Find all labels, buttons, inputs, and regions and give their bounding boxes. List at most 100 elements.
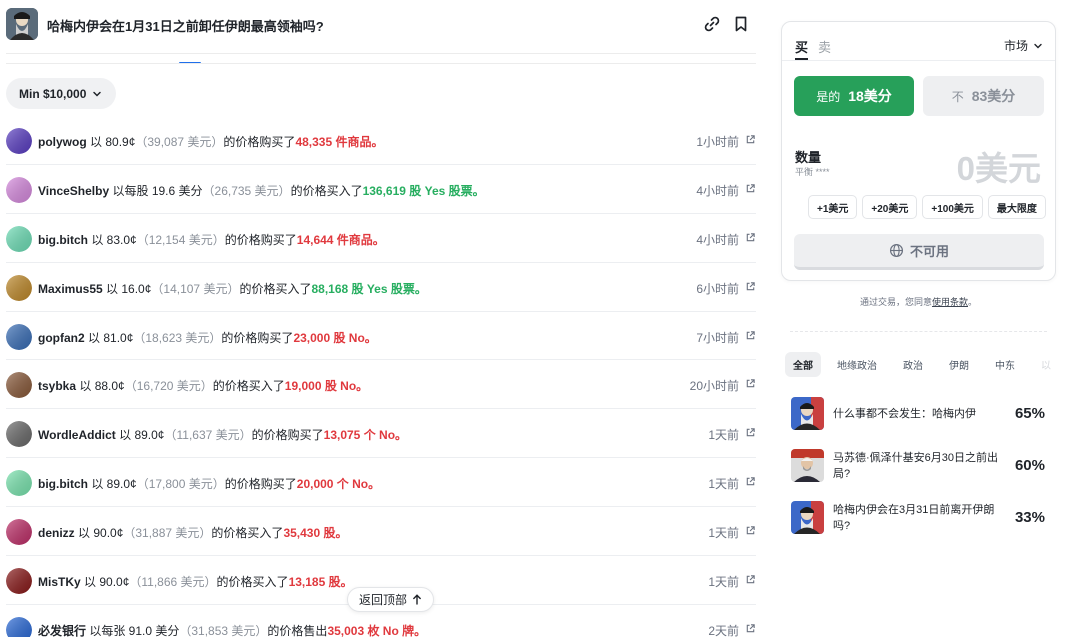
trade-usd: （31,887 美元） [123,526,212,541]
bookmark-icon[interactable] [731,14,751,34]
external-link-icon[interactable] [745,427,756,438]
yes-label: 是的 [816,89,841,104]
avatar[interactable] [6,519,32,546]
add-1-button[interactable]: +1美元 [808,195,858,219]
external-link-icon[interactable] [745,232,756,243]
trade-price: 以 90.0¢ [74,526,124,541]
related-thumbnail [791,449,824,482]
activity-text: WordleAddict 以 89.0¢（11,637 美元）的价格购买了13,… [38,426,407,443]
trade-price: 以 88.0¢ [76,379,125,394]
activity-text: big.bitch 以 83.0¢（12,154 美元）的价格购买了14,644… [38,231,385,248]
trade-amount: 13,185 股。 [288,575,353,590]
username[interactable]: WordleAddict [38,428,116,442]
category-all[interactable]: 全部 [785,352,821,377]
username[interactable]: VinceShelby [38,184,109,198]
username[interactable]: polywog [38,135,87,149]
order-type-select[interactable]: 市场 [1004,37,1043,54]
username[interactable]: tsybka [38,379,76,393]
external-link-icon[interactable] [745,183,756,194]
avatar[interactable] [6,568,32,595]
amount-input[interactable]: 0美元 [957,142,1041,190]
trade-price: 以 89.0¢ [115,428,165,443]
timestamp: 1天前 [708,575,739,590]
trade-usd: （17,800 美元） [136,477,225,492]
timestamp: 2天前 [708,623,739,637]
username[interactable]: big.bitch [38,233,88,247]
avatar[interactable] [6,128,32,154]
link-icon[interactable] [702,14,722,34]
external-link-icon[interactable] [745,574,756,585]
buy-yes-button[interactable]: 是的 18美分 [794,76,914,116]
unavailable-label: 不可用 [909,244,949,259]
related-title: 什么事都不会发生：哈梅内伊 [833,408,976,420]
trade-amount: 136,619 股 Yes 股票。 [362,183,485,198]
header-divider [6,53,756,54]
category-israel[interactable]: 以 [1031,352,1061,377]
avatar[interactable] [6,616,32,637]
max-button[interactable]: 最大限度 [987,195,1046,219]
no-price: 83美分 [971,88,1016,104]
external-link-icon[interactable] [745,378,756,389]
page-title: 哈梅内伊会在1月31日之前卸任伊朗最高领袖吗? [47,19,324,34]
buy-no-button[interactable]: 不 83美分 [923,76,1044,116]
tab-buy[interactable]: 买 [795,37,808,56]
timestamp: 1天前 [708,526,739,541]
related-market[interactable]: 哈梅内伊会在3月31日前离开伊朗吗? 33% [791,501,1051,535]
avatar[interactable] [6,323,32,350]
activity-text: denizz 以 90.0¢（31,887 美元）的价格买入了35,430 股。 [38,524,347,541]
related-market[interactable]: 马苏德·佩泽什基安6月30日之前出局? 60% [791,449,1051,483]
timestamp: 4小时前 [696,183,739,198]
avatar[interactable] [6,470,32,497]
category-geopolitics[interactable]: 地缘政治 [827,352,887,377]
activity-text: Maximus55 以 16.0¢（14,107 美元）的价格买入了88,168… [38,280,427,297]
avatar[interactable] [6,421,32,448]
back-to-top-button[interactable]: 返回顶部 [347,587,435,612]
back-to-top-label: 返回顶部 [359,593,408,607]
external-link-icon[interactable] [745,134,756,145]
table-row: polywog 以 80.9¢（39,087 美元）的价格购买了48,335 件… [6,116,756,165]
external-link-icon[interactable] [745,476,756,487]
globe-icon [889,243,904,258]
related-title: 哈梅内伊会在3月31日前离开伊朗吗? [833,504,995,532]
related-percent: 65% [1014,405,1045,422]
table-row: WordleAddict 以 89.0¢（11,637 美元）的价格购买了13,… [6,409,756,459]
trade-price: 以每股 19.6 美分 [109,183,203,198]
add-100-button[interactable]: +100美元 [922,195,983,219]
table-row: Maximus55 以 16.0¢（14,107 美元）的价格买入了88,168… [6,263,756,312]
avatar[interactable] [6,176,32,203]
timestamp: 20小时前 [689,379,739,394]
trade-amount: 48,335 件商品。 [295,135,384,149]
username[interactable]: denizz [38,526,75,540]
username[interactable]: big.bitch [38,477,88,491]
username[interactable]: 必发银行 [38,624,86,637]
username[interactable]: MisTKy [38,575,81,589]
min-amount-filter[interactable]: Min $10,000 [6,78,117,109]
avatar[interactable] [6,274,32,301]
unavailable-button[interactable]: 不可用 [794,234,1044,270]
market-header: 哈梅内伊会在1月31日之前卸任伊朗最高领袖吗? [6,8,756,42]
trade-usd: （18,623 美元） [133,330,222,345]
related-market[interactable]: 什么事都不会发生：哈梅内伊 65% [791,397,1051,431]
avatar[interactable] [6,225,32,252]
external-link-icon[interactable] [745,281,756,292]
category-middle-east[interactable]: 中东 [985,352,1025,377]
tab-sell[interactable]: 卖 [818,37,831,56]
trade-amount: 35,003 枚 No 牌。 [327,623,427,637]
avatar[interactable] [6,372,32,399]
username[interactable]: gopfan2 [38,331,85,345]
trade-verb: 的价格买入了 [239,281,312,296]
category-politics[interactable]: 政治 [893,352,933,377]
category-iran[interactable]: 伊朗 [939,352,979,377]
trade-amount: 35,430 股。 [283,526,348,541]
add-20-button[interactable]: +20美元 [862,195,918,219]
terms-link[interactable]: 使用条款 [932,297,968,307]
external-link-icon[interactable] [745,623,756,634]
related-thumbnail [791,501,824,534]
username[interactable]: Maximus55 [38,282,103,296]
trade-verb: 的价格买入了 [212,379,285,394]
external-link-icon[interactable] [745,330,756,341]
balance-text: 平衡 **** [795,167,830,177]
table-row: denizz 以 90.0¢（31,887 美元）的价格买入了35,430 股。… [6,507,756,557]
external-link-icon[interactable] [745,525,756,536]
trade-amount: 88,168 股 Yes 股票。 [311,281,427,296]
